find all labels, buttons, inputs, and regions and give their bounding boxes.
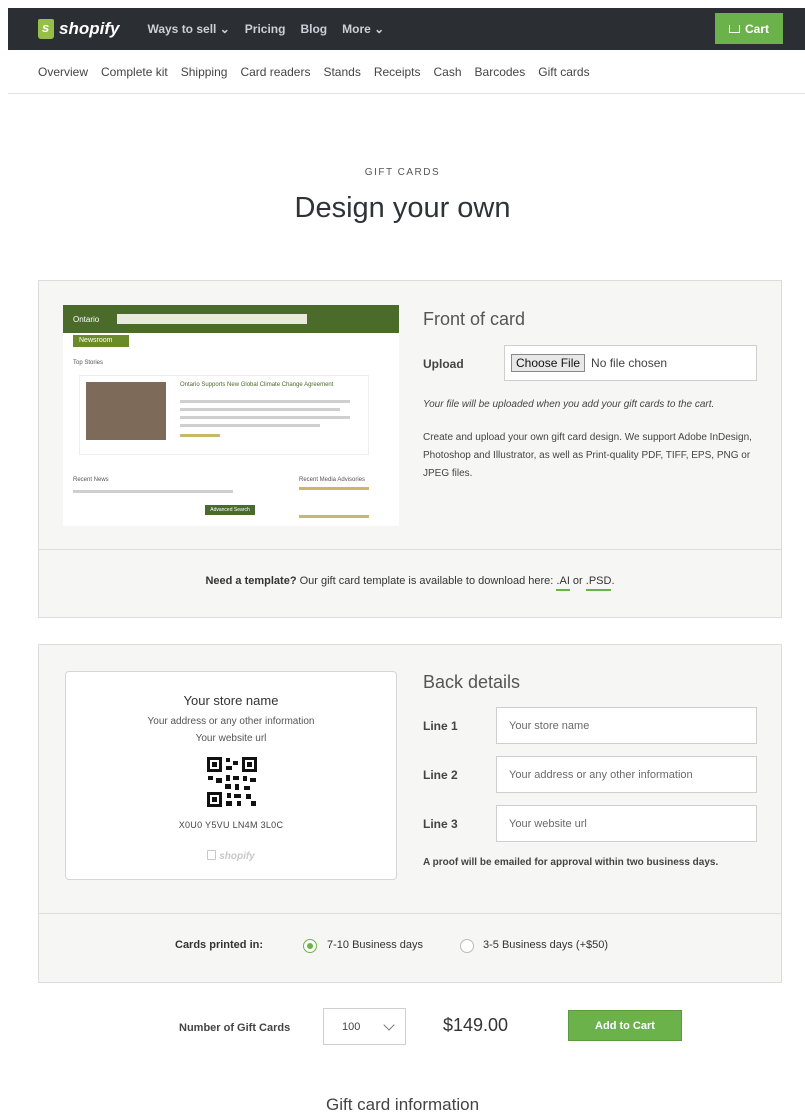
subnav-divider xyxy=(8,93,805,94)
top-nav-links: Ways to sell ⌄ Pricing Blog More ⌄ xyxy=(147,22,384,36)
preview-tab: Newsroom xyxy=(73,335,129,347)
upload-note: Your file will be uploaded when you add … xyxy=(423,399,715,410)
nav-pricing[interactable]: Pricing xyxy=(245,22,286,36)
nav-blog[interactable]: Blog xyxy=(300,22,327,36)
subnav-receipts[interactable]: Receipts xyxy=(374,65,421,79)
cards-printed-label: Cards printed in: xyxy=(175,939,264,951)
cart-icon xyxy=(728,24,740,33)
choose-file-button[interactable]: Choose File xyxy=(511,354,586,372)
quantity-select[interactable]: 100 xyxy=(323,1008,406,1045)
subnav-shipping[interactable]: Shipping xyxy=(181,65,228,79)
card-website: Your website url xyxy=(195,733,267,744)
cart-button[interactable]: Cart xyxy=(715,13,783,44)
upload-description: Create and upload your own gift card des… xyxy=(423,432,752,479)
preview-story: Ontario Supports New Global Climate Chan… xyxy=(79,375,369,455)
back-details-panel: Your store name Your address or any othe… xyxy=(38,644,782,983)
card-code: X0U0 Y5VU LN4M 3L0C xyxy=(178,820,284,830)
page-title: Design your own xyxy=(294,192,511,224)
template-end: . xyxy=(611,575,615,587)
logo-text: shopify xyxy=(59,19,120,38)
proof-note: A proof will be emailed for approval wit… xyxy=(423,857,719,868)
preview-photo xyxy=(86,382,166,440)
front-design-preview: Ontario Newsroom Top Stories Ontario Sup… xyxy=(63,305,399,526)
nav-more[interactable]: More ⌄ xyxy=(342,22,384,36)
radio-7-10-days[interactable] xyxy=(303,939,317,953)
file-upload-field: Choose File No file chosen xyxy=(504,345,757,381)
preview-site-name: Ontario xyxy=(73,314,100,324)
subnav-cash[interactable]: Cash xyxy=(434,65,462,79)
add-to-cart-button[interactable]: Add to Cart xyxy=(568,1010,682,1041)
panel-divider xyxy=(39,549,781,550)
back-card-preview: Your store name Your address or any othe… xyxy=(65,671,397,880)
shopify-bag-icon xyxy=(207,850,217,860)
quantity-value: 100 xyxy=(342,1020,361,1033)
chevron-down-icon xyxy=(383,1019,395,1031)
quantity-label: Number of Gift Cards xyxy=(179,1022,291,1034)
line-1-input[interactable] xyxy=(496,707,757,744)
subnav-complete-kit[interactable]: Complete kit xyxy=(101,65,168,79)
download-ai-link[interactable]: .AI xyxy=(556,575,570,591)
subnav-overview[interactable]: Overview xyxy=(38,65,88,79)
radio-3-5-days[interactable] xyxy=(460,939,474,953)
preview-recent-advisories: Recent Media Advisories xyxy=(299,477,366,483)
shopping-bag-icon xyxy=(38,19,54,39)
card-address: Your address or any other information xyxy=(147,716,315,727)
sub-navigation: Overview Complete kit Shipping Card read… xyxy=(38,65,590,79)
preview-search-button: Advanced Search xyxy=(205,505,255,515)
gift-card-information-title: Gift card information xyxy=(325,1095,480,1114)
section-eyebrow: GIFT CARDS xyxy=(364,167,441,178)
template-download-text: Need a template? Our gift card template … xyxy=(39,575,781,591)
back-details-title: Back details xyxy=(423,672,521,692)
price: $149.00 xyxy=(443,1015,509,1035)
subnav-stands[interactable]: Stands xyxy=(323,65,360,79)
preview-recent-news: Recent News xyxy=(73,477,109,483)
card-logo-text: shopify xyxy=(219,851,255,862)
download-psd-link[interactable]: .PSD xyxy=(585,575,612,591)
subnav-barcodes[interactable]: Barcodes xyxy=(475,65,526,79)
card-store-name: Your store name xyxy=(183,693,279,708)
file-status: No file chosen xyxy=(591,356,668,370)
subnav-gift-cards[interactable]: Gift cards xyxy=(538,65,589,79)
front-of-card-panel: Ontario Newsroom Top Stories Ontario Sup… xyxy=(38,280,782,618)
option-3-5-days-label[interactable]: 3-5 Business days (+$50) xyxy=(483,939,608,951)
card-shopify-logo: shopify xyxy=(66,850,396,862)
nav-ways-to-sell[interactable]: Ways to sell ⌄ xyxy=(147,22,229,36)
template-question: Need a template? xyxy=(205,575,297,587)
preview-story-title: Ontario Supports New Global Climate Chan… xyxy=(180,382,334,388)
subnav-card-readers[interactable]: Card readers xyxy=(240,65,310,79)
preview-search-box xyxy=(117,314,308,324)
qr-code-icon xyxy=(206,756,258,808)
option-7-10-days-label[interactable]: 7-10 Business days xyxy=(327,939,423,951)
panel-divider xyxy=(39,913,781,914)
line-3-label: Line 3 xyxy=(423,817,458,831)
line-1-label: Line 1 xyxy=(423,719,458,733)
cart-label: Cart xyxy=(744,21,769,36)
upload-label: Upload xyxy=(423,357,464,371)
line-2-input[interactable] xyxy=(496,756,757,793)
template-or: or xyxy=(569,575,586,587)
line-3-input[interactable] xyxy=(496,805,757,842)
line-2-label: Line 2 xyxy=(423,768,458,782)
preview-header: Ontario xyxy=(63,305,399,333)
shopify-logo[interactable]: shopify xyxy=(38,19,119,39)
front-of-card-title: Front of card xyxy=(423,309,526,329)
template-text: Our gift card template is available to d… xyxy=(296,575,557,587)
preview-section-title: Top Stories xyxy=(73,360,104,366)
top-navigation-bar: shopify Ways to sell ⌄ Pricing Blog More… xyxy=(8,8,805,50)
